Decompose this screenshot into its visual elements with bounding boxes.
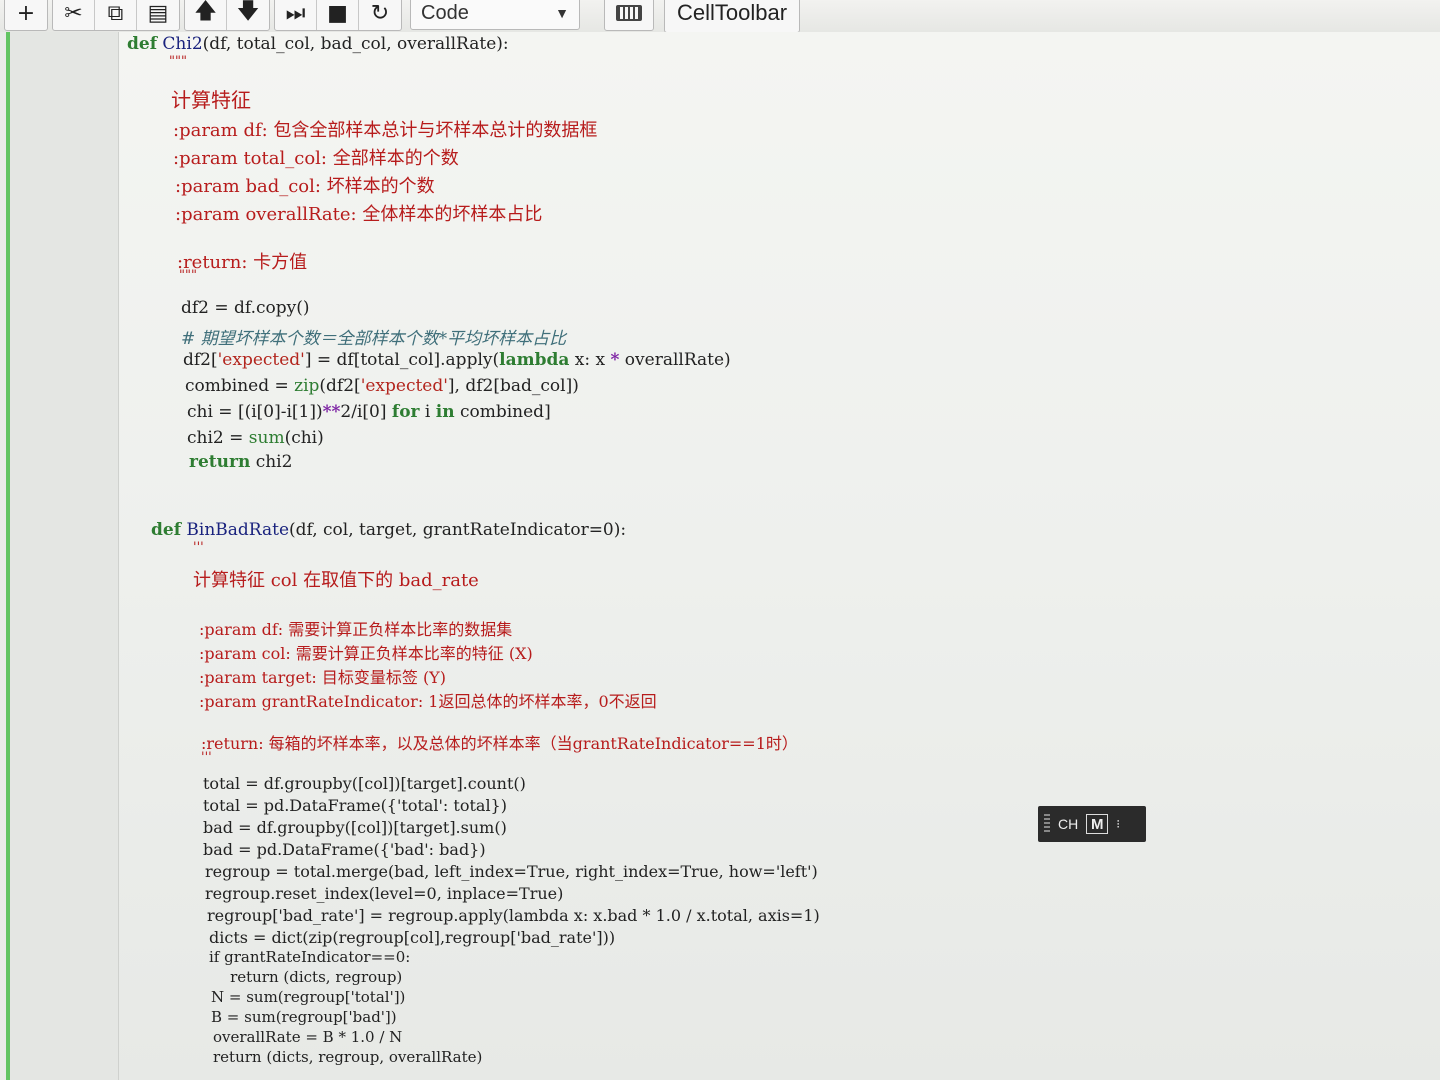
- docstring-open: """: [169, 54, 187, 69]
- cell-type-select[interactable]: Code ▼: [410, 0, 580, 30]
- arrow-down-icon: 🡇: [236, 0, 260, 24]
- code-line: regroup['bad_rate'] = regroup.apply(lamb…: [207, 906, 820, 925]
- docstring-param: :param df: 需要计算正负样本比率的数据集: [199, 620, 513, 639]
- copy-cell-button[interactable]: ⧉: [95, 0, 137, 30]
- docstring-param: :param total_col: 全部样本的个数: [173, 148, 459, 169]
- code-cell[interactable]: def Chi2(df, total_col, bad_col, overall…: [0, 32, 1440, 1080]
- edit-button-group: +: [4, 0, 48, 31]
- ime-status-bar[interactable]: CH M ⁝: [1038, 806, 1146, 842]
- paste-icon: ▤: [147, 0, 169, 26]
- refresh-icon: ↻: [370, 0, 390, 26]
- code-line: return chi2: [189, 452, 293, 472]
- code-line: dicts = dict(zip(regroup[col],regroup['b…: [209, 928, 616, 947]
- move-button-group: 🡅 🡇: [184, 0, 270, 31]
- move-cell-up-button[interactable]: 🡅: [185, 0, 227, 30]
- run-button-group: ⏭ ■ ↻: [274, 0, 402, 31]
- code-line: combined = zip(df2['expected'], df2[bad_…: [185, 376, 579, 396]
- dropdown-arrow-icon: ▼: [555, 5, 569, 21]
- paste-cell-button[interactable]: ▤: [137, 0, 179, 30]
- code-line: bad = df.groupby([col])[target].sum(): [203, 818, 507, 837]
- docstring-param: :param overallRate: 全体样本的坏样本占比: [175, 204, 543, 225]
- code-line: df2['expected'] = df[total_col].apply(la…: [183, 350, 731, 370]
- code-line: return (dicts, regroup): [211, 968, 403, 986]
- docstring-param: :param df: 包含全部样本总计与坏样本总计的数据框: [173, 120, 598, 141]
- code-line: N = sum(regroup['total']): [211, 988, 406, 1006]
- docstring-param: :param target: 目标变量标签 (Y): [199, 668, 446, 687]
- function-name: Chi2: [162, 34, 203, 54]
- plus-icon: +: [16, 0, 36, 26]
- code-line: df2 = df.copy(): [181, 298, 310, 318]
- insert-cell-button[interactable]: +: [5, 0, 47, 30]
- docstring-open: ''': [193, 540, 204, 555]
- move-cell-down-button[interactable]: 🡇: [227, 0, 269, 30]
- stop-icon: ■: [327, 0, 348, 26]
- cut-cell-button[interactable]: ✂: [53, 0, 95, 30]
- cell-type-value: Code: [421, 1, 469, 24]
- scissors-icon: ✂: [64, 0, 83, 26]
- notebook-toolbar: + ✂ ⧉ ▤ 🡅 🡇 ⏭ ■ ↻ Code ▼ CellToolbar: [0, 0, 1440, 33]
- restart-kernel-button[interactable]: ↻: [359, 0, 401, 30]
- celltoolbar-label: CellToolbar: [677, 0, 788, 25]
- code-line: B = sum(regroup['bad']): [211, 1008, 397, 1026]
- interrupt-kernel-button[interactable]: ■: [317, 0, 359, 30]
- celltoolbar-button[interactable]: CellToolbar: [664, 0, 801, 33]
- ime-language[interactable]: CH: [1058, 816, 1078, 832]
- docstring-close: ''': [201, 750, 212, 765]
- arrow-up-icon: 🡅: [194, 0, 217, 24]
- code-line: regroup = total.merge(bad, left_index=Tr…: [205, 862, 818, 881]
- code-line-def-chi2: def Chi2(df, total_col, bad_col, overall…: [127, 34, 509, 54]
- code-line: return (dicts, regroup, overallRate): [213, 1048, 483, 1066]
- docstring-close: """: [179, 268, 197, 283]
- function-name: BinBadRate: [186, 520, 290, 540]
- docstring-param: :param col: 需要计算正负样本比率的特征 (X): [199, 644, 533, 663]
- clipboard-button-group: ✂ ⧉ ▤: [52, 0, 180, 31]
- docstring-return: :return: 每箱的坏样本率，以及总体的坏样本率（当grantRateInd…: [201, 734, 798, 753]
- step-forward-icon: ⏭: [285, 0, 306, 26]
- docstring-title: 计算特征: [171, 88, 251, 112]
- docstring-param: :param grantRateIndicator: 1返回总体的坏样本率，0不…: [199, 692, 657, 711]
- code-line: total = pd.DataFrame({'total': total}): [203, 796, 507, 815]
- code-line: regroup.reset_index(level=0, inplace=Tru…: [205, 884, 564, 903]
- code-line: bad = pd.DataFrame({'bad': bad}): [203, 840, 486, 859]
- code-line: if grantRateIndicator==0:: [209, 948, 411, 966]
- docstring-param: :param bad_col: 坏样本的个数: [175, 176, 435, 197]
- code-line: chi2 = sum(chi): [187, 428, 324, 448]
- docstring-title: 计算特征 col 在取值下的 bad_rate: [193, 570, 479, 591]
- code-line: chi = [(i[0]-i[1])**2/i[0] for i in comb…: [187, 402, 551, 422]
- code-line-def-binbadrate: def BinBadRate(df, col, target, grantRat…: [151, 520, 627, 540]
- code-line: overallRate = B * 1.0 / N: [213, 1028, 403, 1046]
- command-palette-button[interactable]: [604, 0, 654, 31]
- drag-handle-icon[interactable]: [1044, 814, 1050, 834]
- code-line: total = df.groupby([col])[target].count(…: [203, 774, 526, 793]
- ime-mode[interactable]: M: [1086, 814, 1109, 834]
- code-comment: # 期望坏样本个数＝全部样本个数*平均坏样本占比: [181, 329, 567, 349]
- cell-prompt-area: [10, 32, 118, 1080]
- ime-menu-icon[interactable]: ⁝: [1116, 817, 1120, 831]
- code-editor[interactable]: def Chi2(df, total_col, bad_col, overall…: [118, 32, 1440, 1080]
- keyboard-icon: [616, 5, 642, 21]
- copy-icon: ⧉: [107, 0, 124, 26]
- run-cell-button[interactable]: ⏭: [275, 0, 317, 30]
